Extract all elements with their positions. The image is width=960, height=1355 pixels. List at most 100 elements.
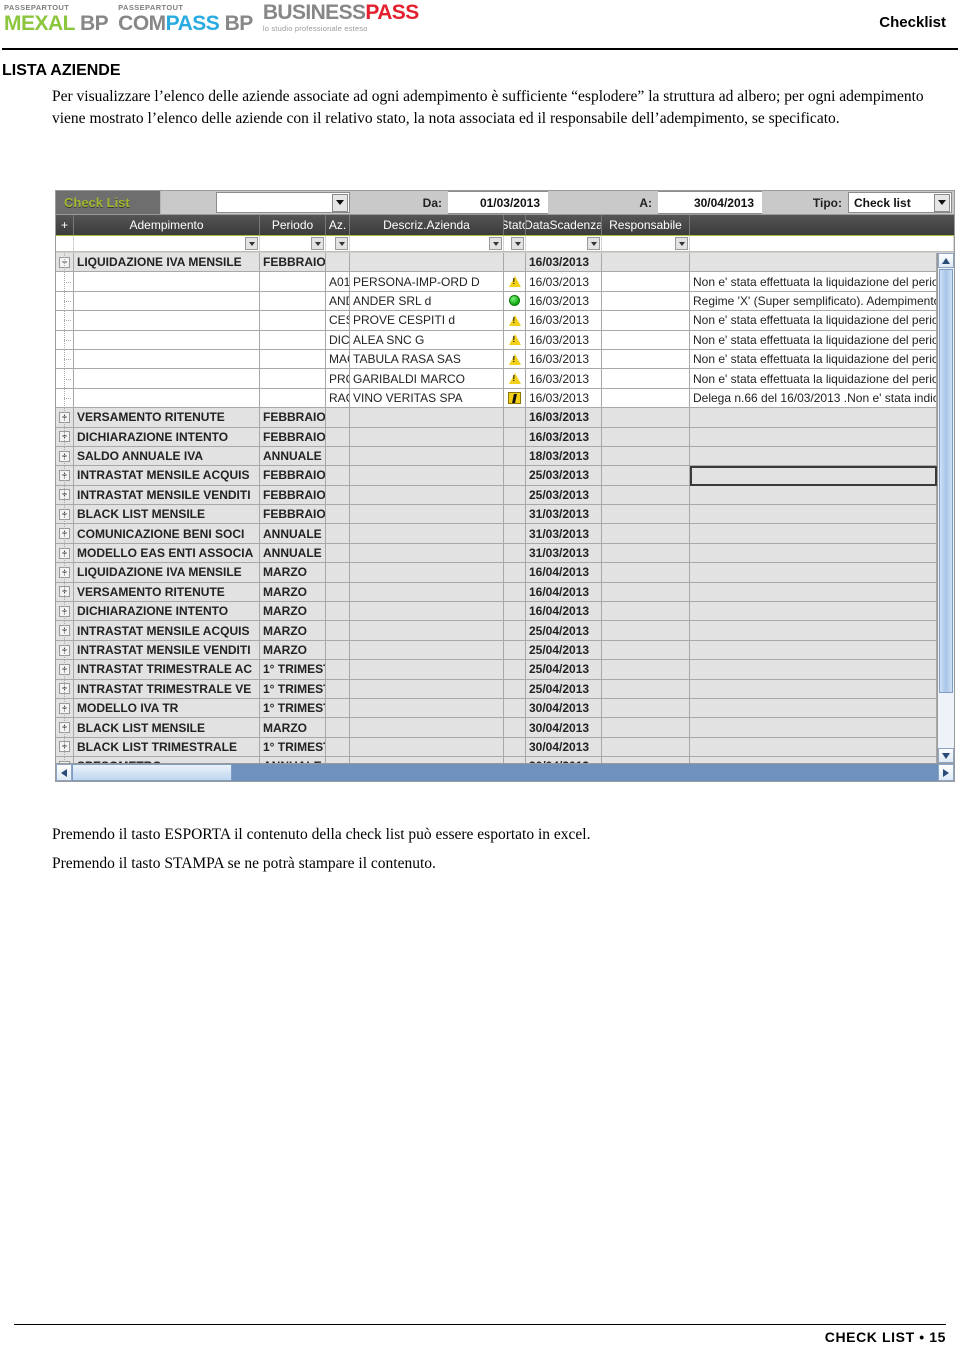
table-row[interactable]: +VERSAMENTO RITENUTEFEBBRAIO 16/03/2013 xyxy=(56,408,937,428)
table-row[interactable]: +INTRASTAT MENSILE ACQUISFEBBRAIO 25/03/2… xyxy=(56,466,937,486)
filter-cell-az[interactable] xyxy=(326,236,350,251)
expand-row-icon[interactable]: + xyxy=(56,485,74,506)
table-row[interactable]: DICALEA SNC G 16/03/2013 Non e' stata effe… xyxy=(56,330,937,350)
cell-responsabile xyxy=(602,640,690,661)
column-header-az[interactable]: Az. xyxy=(326,215,350,235)
column-header-tree[interactable]: + xyxy=(56,215,74,235)
expand-row-icon[interactable]: + xyxy=(56,640,74,661)
table-row[interactable]: MAGTABULA RASA SAS 16/03/2013 Non e' stata… xyxy=(56,349,937,370)
table-row[interactable]: +SALDO ANNUALE IVAANNUALE (2 18/03/2013 xyxy=(56,446,937,467)
cell-descrizione-azienda xyxy=(350,485,504,506)
filter-cell-nota[interactable] xyxy=(690,236,954,251)
table-row[interactable]: A01PERSONA-IMP-ORD D 16/03/2013 Non e' sta… xyxy=(56,272,937,292)
scroll-up-icon[interactable] xyxy=(938,253,954,268)
filter-dropdown-icon[interactable] xyxy=(511,237,524,250)
filter-dropdown-icon[interactable] xyxy=(587,237,600,250)
expand-row-icon[interactable]: + xyxy=(56,679,74,699)
cell-periodo: MARZO xyxy=(260,563,326,583)
table-row[interactable]: +INTRASTAT TRIMESTRALE VE1° TRIMEST 25/04… xyxy=(56,679,937,699)
filter-combo[interactable] xyxy=(216,192,350,213)
table-row[interactable]: +VERSAMENTO RITENUTEMARZO 16/04/2013 xyxy=(56,582,937,603)
chevron-down-icon[interactable] xyxy=(332,193,348,212)
column-header-nota[interactable] xyxy=(690,215,954,235)
collapse-row-icon[interactable]: − xyxy=(56,253,74,273)
filter-cell-responsabile[interactable] xyxy=(602,236,690,251)
expand-row-icon[interactable]: + xyxy=(56,466,74,486)
table-row[interactable]: +INTRASTAT TRIMESTRALE AC1° TRIMEST 25/04… xyxy=(56,660,937,680)
cell-responsabile xyxy=(602,737,690,758)
horizontal-scroll-track[interactable] xyxy=(72,764,938,781)
filter-cell-data[interactable] xyxy=(526,236,602,251)
table-row[interactable]: −LIQUIDAZIONE IVA MENSILEFEBBRAIO 16/03/2… xyxy=(56,253,937,273)
column-header-adempimento[interactable]: Adempimento xyxy=(74,215,260,235)
expand-row-icon[interactable]: + xyxy=(56,563,74,583)
column-header-responsabile[interactable]: Responsabile xyxy=(602,215,690,235)
filter-cell-stato[interactable] xyxy=(504,236,526,251)
table-row[interactable]: +MODELLO IVA TR1° TRIMEST 30/04/2013 xyxy=(56,698,937,719)
filter-dropdown-icon[interactable] xyxy=(335,237,348,250)
scroll-left-icon[interactable] xyxy=(56,764,72,781)
status-ok-icon xyxy=(509,295,520,307)
cell-periodo xyxy=(260,272,326,292)
table-row[interactable]: +LIQUIDAZIONE IVA MENSILEMARZO 16/04/2013 xyxy=(56,563,937,583)
tipo-select[interactable]: Check list xyxy=(848,192,952,213)
table-row[interactable]: +COMUNICAZIONE BENI SOCIANNUALE (2 31/03/… xyxy=(56,524,937,544)
expand-row-icon[interactable]: + xyxy=(56,621,74,641)
table-row[interactable]: +BLACK LIST MENSILEFEBBRAIO 31/03/2013 xyxy=(56,505,937,525)
expand-row-icon[interactable]: + xyxy=(56,582,74,603)
cell-az: PRO xyxy=(326,369,350,389)
vertical-scrollbar[interactable] xyxy=(937,253,954,763)
filter-cell-adempimento[interactable] xyxy=(74,236,260,251)
cell-data-scadenza: 25/03/2013 xyxy=(526,485,602,506)
filter-dropdown-icon[interactable] xyxy=(245,237,258,250)
expand-row-icon[interactable]: + xyxy=(56,660,74,680)
expand-row-icon[interactable]: + xyxy=(56,602,74,622)
filter-dropdown-icon[interactable] xyxy=(489,237,502,250)
table-row[interactable]: +INTRASTAT MENSILE ACQUISMARZO 25/04/2013 xyxy=(56,621,937,641)
filter-dropdown-icon[interactable] xyxy=(311,237,324,250)
table-row[interactable]: PROGARIBALDI MARCO 16/03/2013 Non e' stata… xyxy=(56,369,937,389)
da-date-input[interactable]: 01/03/2013 xyxy=(448,191,548,214)
table-row[interactable]: +DICHIARAZIONE INTENTOMARZO 16/04/2013 xyxy=(56,602,937,622)
horizontal-scroll-thumb[interactable] xyxy=(72,764,232,781)
scroll-down-icon[interactable] xyxy=(938,748,954,763)
expand-row-icon[interactable]: + xyxy=(56,408,74,428)
a-date-input[interactable]: 30/04/2013 xyxy=(658,191,762,214)
cell-nota xyxy=(690,485,937,506)
table-row[interactable]: RACVINO VERITAS SPA 16/03/2013 Delega n.66… xyxy=(56,388,937,409)
expand-row-icon[interactable]: + xyxy=(56,524,74,544)
grid-rows-container: −LIQUIDAZIONE IVA MENSILEFEBBRAIO16/03/2… xyxy=(56,253,937,763)
expand-row-icon[interactable]: + xyxy=(56,718,74,738)
horizontal-scrollbar[interactable] xyxy=(56,763,954,781)
cell-nota xyxy=(690,602,937,622)
table-row[interactable]: ANDANDER SRL d 16/03/2013 Regime 'X' (Supe… xyxy=(56,291,937,312)
table-row[interactable]: +DICHIARAZIONE INTENTOFEBBRAIO 16/03/2013 xyxy=(56,427,937,447)
table-row[interactable]: +INTRASTAT MENSILE VENDITIMARZO 25/04/201… xyxy=(56,640,937,661)
expand-row-icon[interactable]: + xyxy=(56,446,74,467)
column-header-data-scadenza[interactable]: DataScadenza xyxy=(526,215,602,235)
filter-cell-descrizione[interactable] xyxy=(350,236,504,251)
table-row[interactable]: +BLACK LIST MENSILEMARZO 30/04/2013 xyxy=(56,718,937,738)
column-header-stato[interactable]: Stato xyxy=(504,215,526,235)
vertical-scroll-thumb[interactable] xyxy=(939,269,953,693)
da-label: Da: xyxy=(350,191,448,214)
chevron-down-icon[interactable] xyxy=(934,193,950,212)
table-row[interactable]: +MODELLO EAS ENTI ASSOCIAANNUALE (2 31/03… xyxy=(56,543,937,564)
logo-pass-text: PASS xyxy=(365,1,419,24)
filter-dropdown-icon[interactable] xyxy=(675,237,688,250)
cell-adempimento: INTRASTAT TRIMESTRALE AC xyxy=(74,660,260,680)
expand-row-icon[interactable]: + xyxy=(56,543,74,564)
cell-az xyxy=(326,524,350,544)
scroll-right-icon[interactable] xyxy=(938,764,954,781)
expand-row-icon[interactable]: + xyxy=(56,698,74,719)
filter-cell-periodo[interactable] xyxy=(260,236,326,251)
expand-row-icon[interactable]: + xyxy=(56,427,74,447)
table-row[interactable]: +BLACK LIST TRIMESTRALE1° TRIMEST 30/04/2… xyxy=(56,737,937,758)
table-row[interactable]: CESPROVE CESPITI d 16/03/2013 Non e' stata… xyxy=(56,311,937,331)
expand-row-icon[interactable]: + xyxy=(56,737,74,758)
expand-row-icon[interactable]: + xyxy=(56,505,74,525)
table-row[interactable]: +INTRASTAT MENSILE VENDITIFEBBRAIO 25/03/… xyxy=(56,485,937,506)
column-header-descrizione-azienda[interactable]: Descriz.Azienda xyxy=(350,215,504,235)
column-header-periodo[interactable]: Periodo xyxy=(260,215,326,235)
cell-descrizione-azienda xyxy=(350,698,504,719)
